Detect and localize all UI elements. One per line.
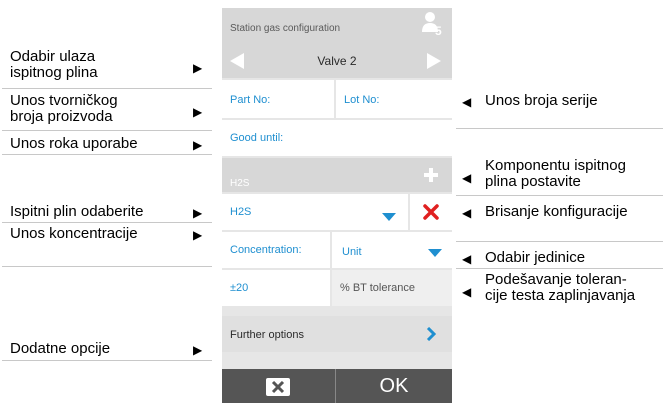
page-title: Station gas configuration	[230, 23, 341, 34]
arrow-right-icon[interactable]	[425, 52, 443, 75]
pointer-left-icon: ◀	[462, 206, 472, 220]
user-badge: 5	[435, 24, 442, 38]
annotation-unit-select: Odabir jedinice	[485, 249, 586, 266]
divider	[456, 195, 663, 196]
cancel-x-icon	[266, 378, 290, 396]
annotation-further-options: Dodatne opcije	[10, 340, 111, 357]
divider	[2, 88, 212, 89]
delete-x-icon	[423, 204, 439, 225]
unit-select-value: Unit	[342, 246, 362, 258]
caret-down-icon	[382, 208, 396, 226]
ok-button[interactable]: OK	[336, 369, 452, 403]
divider	[2, 154, 212, 155]
annotation-good-until: Unos roka uporabe	[10, 135, 138, 152]
tolerance-unit-label: % BT tolerance	[340, 282, 416, 294]
divider	[2, 266, 212, 267]
unit-select[interactable]: Unit	[332, 232, 452, 268]
tolerance-unit: % BT tolerance	[332, 270, 452, 306]
pointer-left-icon: ◀	[462, 252, 472, 266]
divider	[456, 241, 663, 242]
pointer-left-icon: ◀	[462, 285, 472, 299]
pointer-right-icon: ▶	[193, 138, 203, 152]
annotation-valve-select: Odabir ulaza ispitnog plina	[10, 48, 98, 81]
pointer-left-icon: ◀	[462, 95, 472, 109]
annotation-part-number: Unos tvorničkog broja proizvoda	[10, 92, 118, 125]
cancel-button[interactable]	[222, 369, 334, 403]
concentration-label: Concentration:	[230, 244, 302, 256]
annotation-tolerance: Podešavanje toleran-cije testa zaplinjav…	[485, 271, 636, 304]
divider	[456, 268, 663, 269]
header-bar: Station gas configuration 5	[222, 8, 452, 44]
pointer-left-icon: ◀	[462, 171, 472, 185]
divider	[2, 130, 212, 131]
pointer-right-icon: ▶	[193, 61, 203, 75]
part-no-field[interactable]: Part No:	[222, 80, 334, 118]
pointer-right-icon: ▶	[193, 105, 203, 119]
annotation-lot-number: Unos broja serije	[485, 92, 598, 109]
valve-label: Valve 2	[317, 54, 357, 68]
gas-select[interactable]: H2S	[222, 194, 408, 230]
part-no-label: Part No:	[230, 94, 271, 106]
delete-config-button[interactable]	[410, 194, 452, 230]
further-options-button[interactable]: Further options	[222, 316, 452, 352]
tolerance-value-field[interactable]: ±20	[222, 270, 330, 306]
tolerance-value: ±20	[230, 282, 249, 294]
annotation-gas-component: Komponentu ispitnog plina postavite	[485, 157, 626, 190]
lot-no-label: Lot No:	[344, 94, 380, 106]
concentration-field[interactable]: Concentration:	[222, 232, 330, 268]
plus-icon[interactable]	[422, 166, 440, 189]
chevron-right-icon	[426, 326, 437, 346]
pointer-right-icon: ▶	[193, 228, 203, 242]
divider	[2, 360, 212, 361]
gas-select-value: H2S	[230, 206, 252, 218]
user-icon[interactable]: 5	[420, 10, 448, 42]
gas-component-row: H2S	[222, 158, 452, 192]
pointer-right-icon: ▶	[193, 343, 203, 357]
annotation-gas-select: Ispitni plin odaberite	[10, 203, 144, 220]
pointer-right-icon: ▶	[193, 206, 203, 220]
good-until-label: Good until:	[230, 132, 284, 144]
further-options-label: Further options	[230, 329, 304, 341]
annotation-concentration: Unos koncentracije	[10, 225, 138, 242]
annotation-delete-config: Brisanje konfiguracije	[485, 203, 628, 220]
good-until-field[interactable]: Good until:	[222, 120, 452, 156]
caret-down-icon	[428, 244, 442, 262]
bottom-button-bar: OK	[222, 369, 452, 403]
device-screen: Station gas configuration 5 Valve 2 Part…	[222, 8, 452, 403]
divider	[2, 222, 212, 223]
component-label: H2S	[230, 178, 250, 189]
valve-selector: Valve 2	[222, 44, 452, 78]
divider	[456, 128, 663, 129]
lot-no-field[interactable]: Lot No:	[336, 80, 452, 118]
